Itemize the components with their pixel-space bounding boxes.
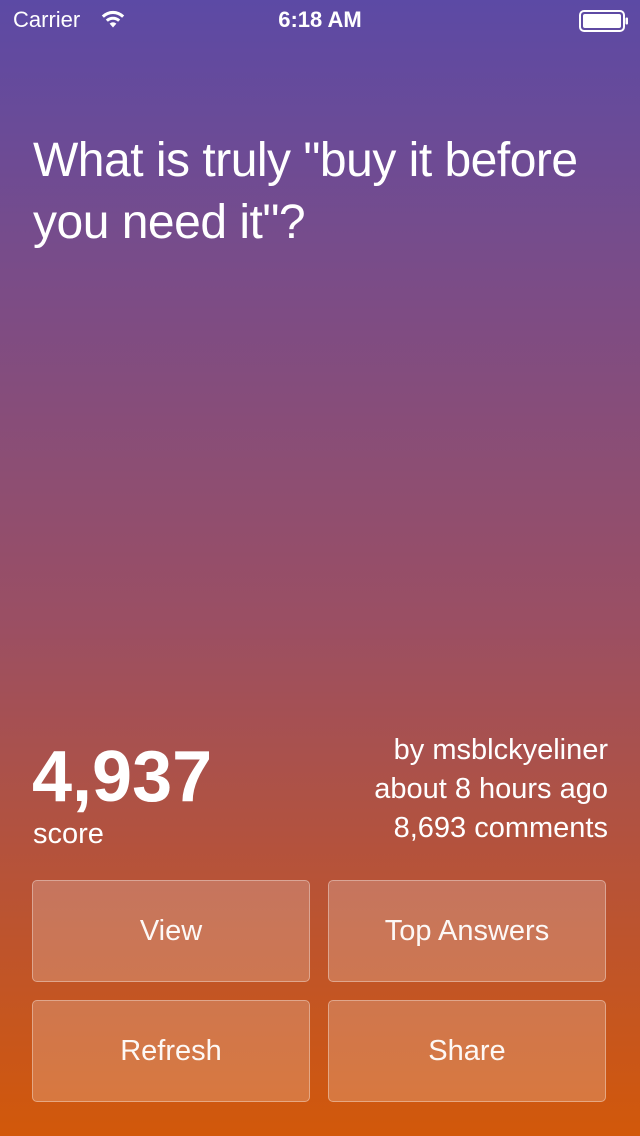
- score-value: 4,937: [32, 737, 213, 817]
- top-answers-button-label: Top Answers: [384, 914, 550, 947]
- status-bar: Carrier 6:18 AM: [0, 0, 640, 40]
- share-button[interactable]: Share: [328, 1000, 606, 1102]
- clock: 6:18 AM: [278, 7, 362, 32]
- refresh-button-label: Refresh: [120, 1034, 222, 1067]
- author-label: by msblckyeliner: [393, 734, 608, 766]
- post-meta: by msblckyeliner about 8 hours ago 8,693…: [374, 731, 608, 848]
- battery-icon: [579, 10, 629, 32]
- view-button-label: View: [139, 914, 203, 947]
- view-button[interactable]: View: [32, 880, 310, 982]
- share-button-label: Share: [428, 1034, 506, 1067]
- refresh-button[interactable]: Refresh: [32, 1000, 310, 1102]
- question-title: What is truly "buy it before you need it…: [33, 134, 578, 249]
- comment-count: 8,693 comments: [393, 812, 608, 844]
- post-age: about 8 hours ago: [374, 773, 608, 805]
- top-answers-button[interactable]: Top Answers: [328, 880, 606, 982]
- score-label: score: [33, 818, 104, 850]
